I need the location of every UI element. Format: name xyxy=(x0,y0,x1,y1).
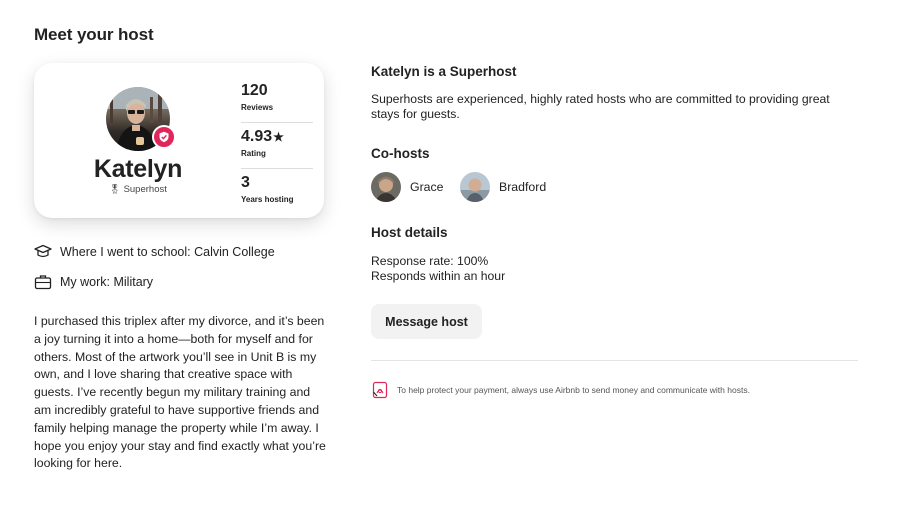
cohost-name: Grace xyxy=(410,180,444,194)
response-rate: Response rate: 100% xyxy=(371,254,489,268)
stat-rating: 4.93★ Rating xyxy=(241,123,313,169)
stat-reviews-value: 120 xyxy=(241,82,268,99)
stat-value: 120 xyxy=(241,81,313,101)
stat-label: Rating xyxy=(241,149,266,158)
fact-work: My work: Military xyxy=(34,273,153,291)
host-details-title: Host details xyxy=(371,225,448,240)
fact-school: Where I went to school: Calvin College xyxy=(34,243,275,261)
payment-protection-notice: To help protect your payment, always use… xyxy=(371,381,750,399)
cohost-name: Bradford xyxy=(499,180,547,194)
host-profile-card[interactable]: Katelyn 🎖 Superhost 120 Reviews 4.93★ Rat… xyxy=(34,63,324,218)
shield-payment-icon xyxy=(371,381,389,399)
briefcase-icon xyxy=(34,273,52,291)
response-time: Responds within an hour xyxy=(371,269,506,283)
section-title: Meet your host xyxy=(34,25,154,44)
avatar xyxy=(371,172,401,202)
fact-work-text: My work: Military xyxy=(60,275,154,289)
cohost-bradford[interactable]: Bradford xyxy=(460,172,546,202)
host-role: 🎖 Superhost xyxy=(34,184,242,195)
divider xyxy=(371,360,858,361)
superhost-medal-icon: 🎖 xyxy=(109,184,121,194)
cohost-grace[interactable]: Grace xyxy=(371,172,444,202)
stat-label: Years hosting xyxy=(241,195,294,204)
message-host-button[interactable]: Message host xyxy=(371,304,482,339)
fact-school-text: Where I went to school: Calvin College xyxy=(60,245,275,259)
stat-label: Reviews xyxy=(241,103,274,112)
stat-reviews: 120 Reviews xyxy=(241,77,313,123)
payment-protection-text: To help protect your payment, always use… xyxy=(397,385,750,395)
stat-value: 4.93★ xyxy=(241,127,313,147)
host-name: Katelyn xyxy=(93,155,183,183)
superhost-description: Superhosts are experienced, highly rated… xyxy=(371,92,830,121)
star-icon: ★ xyxy=(273,130,284,144)
stat-value: 3 xyxy=(241,173,313,193)
host-stats: 120 Reviews 4.93★ Rating 3 Years hosting xyxy=(241,77,313,215)
superhost-title: Katelyn is a Superhost xyxy=(371,64,517,79)
stat-years-hosting: 3 Years hosting xyxy=(241,169,313,215)
host-bio: I purchased this triplex after my divorc… xyxy=(34,314,326,471)
cohosts-title: Co-hosts xyxy=(371,146,430,161)
avatar xyxy=(460,172,490,202)
stat-rating-value: 4.93 xyxy=(241,128,273,145)
avatar[interactable] xyxy=(106,87,176,153)
graduation-cap-icon xyxy=(34,243,52,261)
verified-shield-icon xyxy=(152,125,176,149)
host-role-label: Superhost xyxy=(123,184,167,195)
stat-years-value: 3 xyxy=(241,174,250,191)
